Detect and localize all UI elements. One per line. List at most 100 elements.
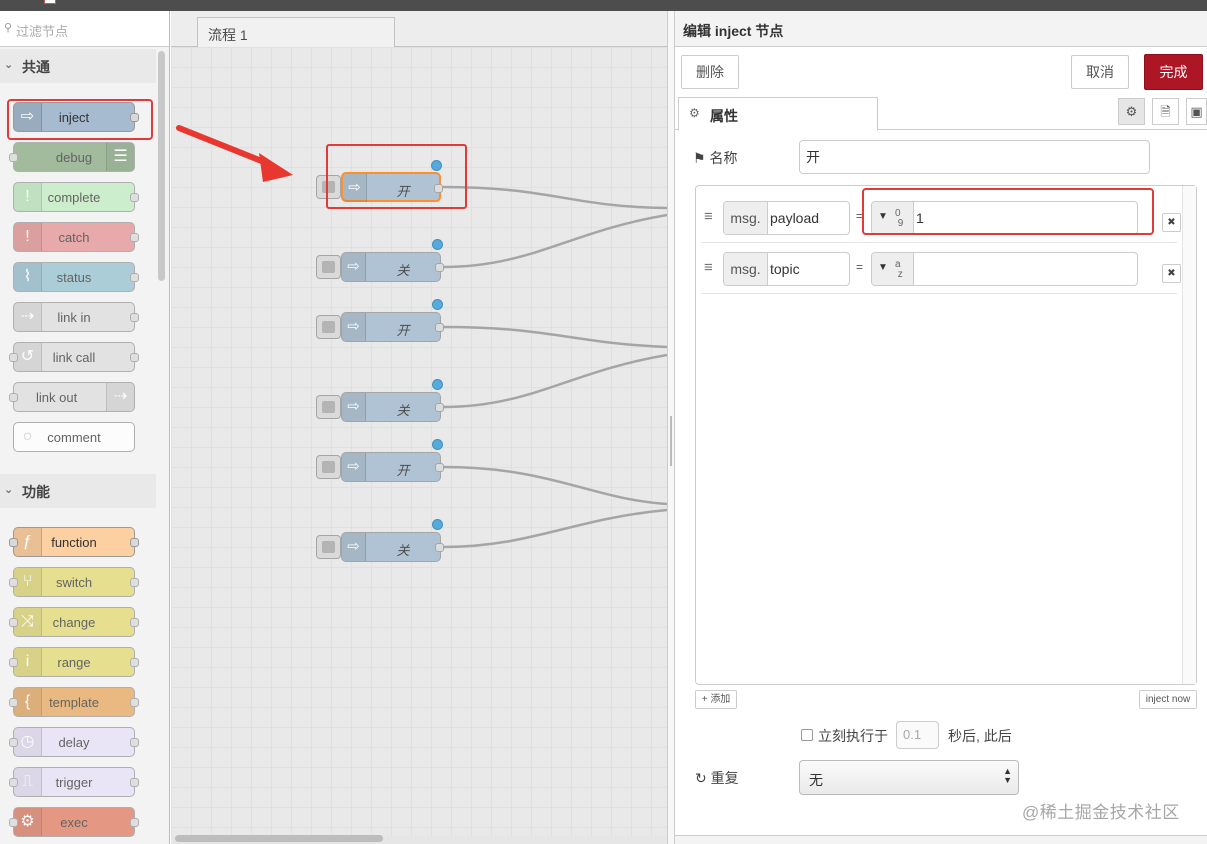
category-header-function[interactable]: ⌄ 功能 bbox=[0, 474, 156, 508]
input-port[interactable] bbox=[9, 353, 18, 362]
drag-handle-icon[interactable]: ≡ bbox=[704, 208, 713, 225]
palette-node-exec[interactable]: ⚙ exec bbox=[9, 807, 139, 837]
editor-toolbar: 删除 取消 完成 bbox=[675, 47, 1207, 99]
once-delay-input[interactable]: 0.1 bbox=[896, 721, 939, 749]
property-name: topic bbox=[770, 261, 800, 277]
delete-button[interactable]: 删除 bbox=[681, 55, 739, 89]
type-selector[interactable]: ▼ a z bbox=[872, 253, 914, 285]
palette-node-link-in[interactable]: ⇢ link in bbox=[13, 302, 139, 332]
add-label: 添加 bbox=[710, 694, 731, 705]
property-list-scrollbar[interactable] bbox=[1182, 186, 1196, 684]
palette-node-template[interactable]: {template bbox=[9, 687, 139, 717]
palette-node-comment[interactable]: ○ comment bbox=[13, 422, 135, 452]
output-port[interactable] bbox=[130, 818, 139, 827]
input-port[interactable] bbox=[9, 778, 18, 787]
workspace-hscrollbar[interactable] bbox=[175, 835, 383, 842]
input-port[interactable] bbox=[9, 538, 18, 547]
property-name-field[interactable]: msg. topic bbox=[723, 252, 850, 286]
gear-icon: ⚙ bbox=[689, 106, 700, 120]
output-port[interactable] bbox=[130, 658, 139, 667]
input-port[interactable] bbox=[9, 738, 18, 747]
palette-node-trigger[interactable]: ⎍ trigger bbox=[9, 767, 139, 797]
equals-sign: = bbox=[856, 260, 864, 274]
palette-node-label: link out bbox=[36, 390, 78, 405]
msg-prefix: msg. bbox=[724, 202, 768, 234]
editor-title-bar: 编辑 inject 节点 bbox=[675, 11, 1207, 47]
input-port[interactable] bbox=[9, 818, 18, 827]
inject-now-button[interactable]: inject now bbox=[1139, 690, 1197, 709]
tab-settings[interactable]: ⚙ bbox=[1118, 98, 1145, 125]
palette-node-range[interactable]: i range bbox=[9, 647, 139, 677]
property-name-field[interactable]: msg. payload bbox=[723, 201, 850, 235]
palette-node-status[interactable]: ⌇ status bbox=[13, 262, 139, 292]
annotation-highlight-payload bbox=[862, 188, 1154, 235]
palette-node-label: comment bbox=[47, 430, 101, 445]
repeat-label-text: 重复 bbox=[710, 770, 739, 786]
add-property-button[interactable]: + 添加 bbox=[695, 690, 737, 709]
output-port[interactable] bbox=[130, 233, 139, 242]
input-port[interactable] bbox=[9, 658, 18, 667]
palette-node-label: status bbox=[56, 270, 92, 285]
palette-node-label: change bbox=[52, 615, 96, 630]
palette-node-switch[interactable]: ⑂ switch bbox=[9, 567, 139, 597]
palette-node-change[interactable]: ⤨ change bbox=[9, 607, 139, 637]
repeat-select[interactable]: 无 ▲ ▼ bbox=[799, 760, 1019, 795]
output-port[interactable] bbox=[130, 618, 139, 627]
output-port[interactable] bbox=[130, 273, 139, 282]
property-row-topic: ≡ msg. topic = ▼ a z ✖ bbox=[701, 244, 1181, 294]
palette-search[interactable]: ⚲ 过滤节点 bbox=[0, 11, 169, 47]
repeat-value: 无 bbox=[809, 772, 823, 788]
search-input[interactable]: 过滤节点 bbox=[16, 21, 68, 40]
tag-icon: ⚑ bbox=[693, 150, 706, 166]
category-header-common[interactable]: ⌄ 共通 bbox=[0, 49, 156, 83]
output-port[interactable] bbox=[130, 538, 139, 547]
output-port[interactable] bbox=[130, 578, 139, 587]
palette-node-label: trigger bbox=[55, 775, 93, 790]
drag-handle-icon[interactable]: ≡ bbox=[704, 259, 713, 276]
palette-node-debug[interactable]: ☰ debug bbox=[9, 142, 135, 172]
input-port[interactable] bbox=[9, 153, 18, 162]
palette-scrollbar[interactable] bbox=[158, 51, 165, 281]
palette-node-label: link call bbox=[52, 350, 96, 365]
cancel-button[interactable]: 取消 bbox=[1071, 55, 1129, 89]
palette-node-complete[interactable]: ! complete bbox=[13, 182, 139, 212]
palette-node-link-call[interactable]: ↺ link call bbox=[9, 342, 139, 372]
output-port[interactable] bbox=[130, 698, 139, 707]
palette-node-link-out[interactable]: ⇢ link out bbox=[9, 382, 135, 412]
input-port[interactable] bbox=[9, 393, 18, 402]
output-port[interactable] bbox=[130, 738, 139, 747]
output-port[interactable] bbox=[130, 313, 139, 322]
top-menu-bar bbox=[0, 0, 1207, 11]
property-name: payload bbox=[770, 210, 820, 226]
remove-row-button[interactable]: ✖ bbox=[1162, 213, 1181, 232]
output-port[interactable] bbox=[130, 353, 139, 362]
name-input[interactable]: 开 bbox=[799, 140, 1150, 174]
search-icon: ⚲ bbox=[4, 22, 13, 34]
tab-properties[interactable]: ⚙ 属性 bbox=[678, 97, 878, 131]
palette-node-label: catch bbox=[58, 230, 90, 245]
output-port[interactable] bbox=[130, 778, 139, 787]
palette-node-delay[interactable]: ◷ delay bbox=[9, 727, 139, 757]
property-value-field[interactable]: ▼ a z bbox=[871, 252, 1138, 286]
palette-node-function[interactable]: ƒ function bbox=[9, 527, 139, 557]
once-checkbox[interactable] bbox=[801, 729, 813, 741]
tab-label: 属性 bbox=[710, 108, 738, 124]
tab-description[interactable]: 🗎 bbox=[1152, 98, 1179, 125]
palette-node-label: exec bbox=[60, 815, 88, 830]
tab-appearance[interactable]: ▣ bbox=[1186, 98, 1207, 125]
palette-node-label: template bbox=[49, 695, 99, 710]
category-label: 共通 bbox=[22, 59, 50, 75]
output-port[interactable] bbox=[130, 193, 139, 202]
editor-tabs: ⚙ 属性 ⚙ 🗎 ▣ bbox=[675, 97, 1207, 131]
sidebar-splitter[interactable] bbox=[667, 11, 675, 844]
palette-node-catch[interactable]: ! catch bbox=[13, 222, 139, 252]
remove-row-button[interactable]: ✖ bbox=[1162, 264, 1181, 283]
input-port[interactable] bbox=[9, 578, 18, 587]
gear-icon: ⚙ bbox=[1125, 104, 1138, 119]
watermark: @稀土掘金技术社区 bbox=[1022, 803, 1180, 822]
editor-footer bbox=[675, 835, 1207, 844]
input-port[interactable] bbox=[9, 698, 18, 707]
input-port[interactable] bbox=[9, 618, 18, 627]
palette-node-label: switch bbox=[55, 575, 93, 590]
done-button[interactable]: 完成 bbox=[1144, 54, 1203, 90]
